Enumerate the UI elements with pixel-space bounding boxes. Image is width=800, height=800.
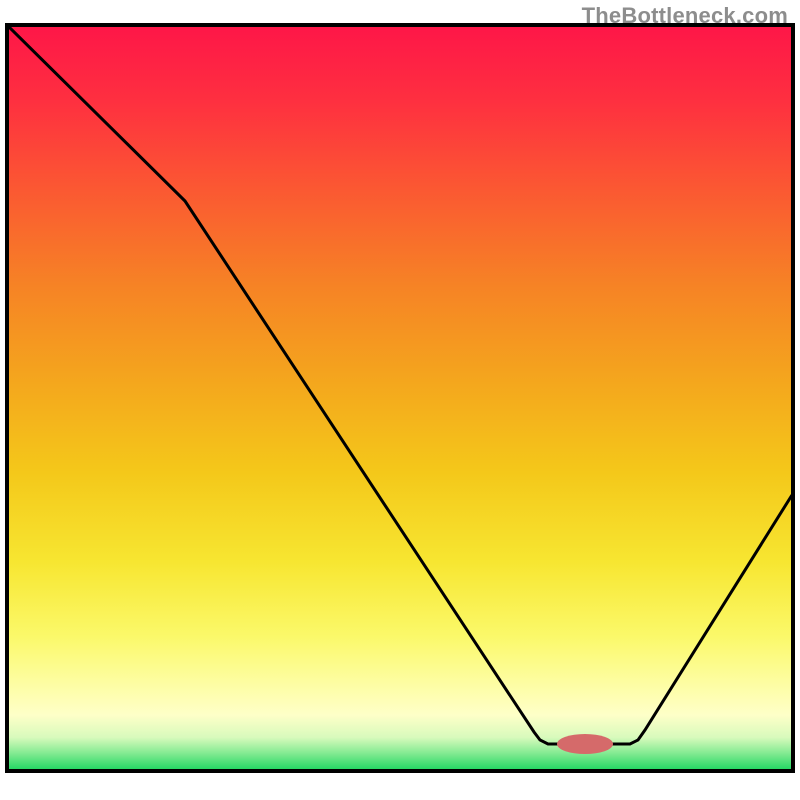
gradient-background	[7, 25, 793, 771]
chart-container: TheBottleneck.com	[0, 0, 800, 800]
optimal-marker	[557, 734, 613, 754]
watermark-label: TheBottleneck.com	[582, 3, 788, 29]
bottleneck-chart	[0, 0, 800, 800]
